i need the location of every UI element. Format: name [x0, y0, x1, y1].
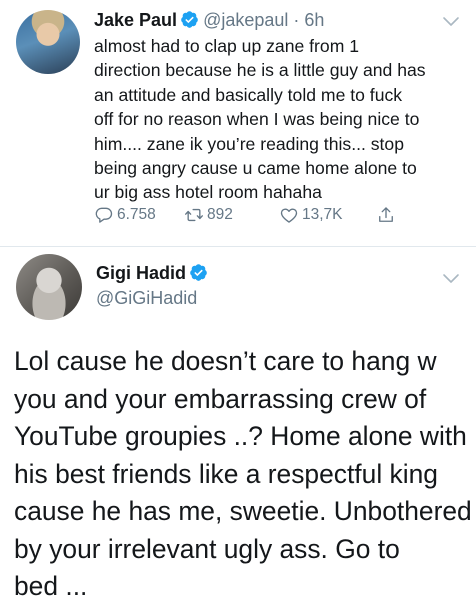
like-icon	[280, 208, 298, 223]
reply-icon	[95, 207, 113, 223]
like-button[interactable]: 13,7K	[279, 204, 343, 226]
tweet-divider	[0, 246, 476, 247]
tweet-text: Lol cause he doesn’t care to hang w you …	[14, 343, 472, 606]
tweet-text-line: direction because he is a little guy and…	[94, 60, 426, 81]
author-name[interactable]: Gigi Hadid	[96, 263, 186, 283]
share-icon	[379, 207, 393, 222]
avatar[interactable]	[16, 10, 80, 74]
tweet-text-line: being angry cause u came home alone to	[94, 158, 417, 179]
share-button[interactable]	[376, 204, 399, 226]
tweet-text-line: cause he has me, sweetie. Unbothered	[14, 496, 472, 526]
tweet-text-line: ur big ass hotel room hahaha	[94, 182, 322, 203]
tweet-actions: 6.758 892 13,7K	[94, 204, 424, 226]
author-name[interactable]: Jake Paul	[94, 10, 177, 30]
retweet-button[interactable]: 892	[184, 204, 233, 226]
tweet-text: almost had to clap up zane from 1 direct…	[94, 34, 466, 205]
tweet-text-line: you and your embarrassing crew of	[14, 383, 427, 414]
author-handle[interactable]: @GiGiHadid	[96, 287, 197, 309]
retweet-icon	[185, 208, 203, 222]
like-count: 13,7K	[302, 206, 343, 223]
tweet-text-line: him.... zane ik you’re reading this... s…	[94, 133, 404, 154]
tweet-text-line: bed ...	[14, 571, 88, 601]
tweet-text-line: almost had to clap up zane from 1	[94, 36, 360, 56]
tweet-header: Gigi Hadid	[96, 261, 208, 285]
verified-badge-icon	[190, 264, 207, 281]
tweet-text-line: by your irrelevant ugly ass. Go to	[14, 533, 400, 564]
handle-and-time: @jakepaul · 6h	[203, 10, 325, 30]
retweet-count: 892	[207, 206, 233, 223]
chevron-down-icon[interactable]	[442, 273, 460, 285]
reply-button[interactable]: 6.758	[94, 204, 156, 226]
reply-count: 6.758	[117, 206, 156, 223]
chevron-down-icon[interactable]	[442, 16, 460, 28]
tweet-jakepaul[interactable]: Jake Paul @jakepaul · 6h almost had to cl…	[0, 0, 476, 246]
tweet-text-line: an attitude and basically told me to fuc…	[94, 84, 403, 105]
tweet-text-line: Lol cause he doesn’t care to hang w	[14, 346, 437, 376]
tweet-text-line: his best friends like a respectful king	[14, 458, 438, 489]
tweet-text-line: YouTube groupies ..? Home alone with	[14, 421, 467, 451]
avatar[interactable]	[16, 254, 82, 320]
verified-badge-icon	[181, 11, 198, 28]
tweet-text-line: off for no reason when I was being nice …	[94, 109, 420, 130]
tweet-header: Jake Paul @jakepaul · 6h	[94, 8, 324, 32]
